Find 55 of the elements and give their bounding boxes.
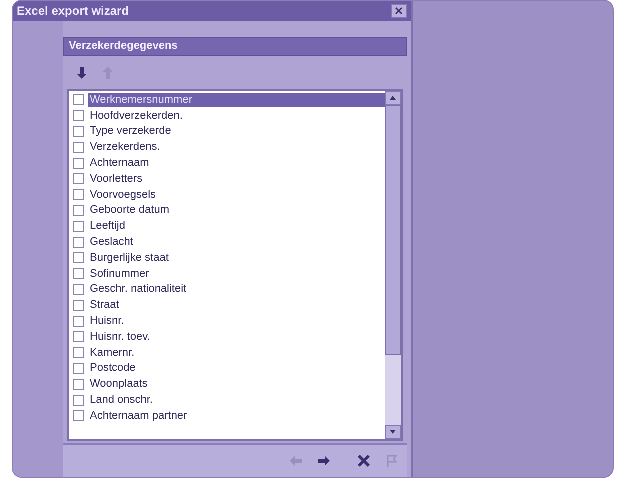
checkbox[interactable] <box>73 189 84 200</box>
checkbox[interactable] <box>73 236 84 248</box>
field-item[interactable]: Kamernr. <box>88 346 137 360</box>
field-item[interactable]: Werknemersnummer <box>88 92 385 107</box>
checkbox[interactable] <box>73 94 84 106</box>
checkbox[interactable] <box>73 300 84 311</box>
checkbox[interactable] <box>73 110 84 122</box>
field-item[interactable]: Geboorte datum <box>88 203 172 218</box>
field-item[interactable]: Type verzekerde <box>88 124 174 138</box>
checkbox[interactable] <box>73 378 84 390</box>
window-title: Excel export wizard <box>17 3 130 20</box>
scroll-up-button[interactable] <box>385 91 401 105</box>
scroll-thumb[interactable] <box>385 105 401 355</box>
checkbox[interactable] <box>73 220 84 232</box>
field-item[interactable]: Postcode <box>88 361 138 376</box>
field-item[interactable]: Achternaam partner <box>88 408 190 423</box>
nav-button[interactable] <box>355 452 373 470</box>
checkbox[interactable] <box>73 347 84 358</box>
checkbox[interactable] <box>73 252 84 264</box>
field-item[interactable]: Leeftijd <box>88 219 128 234</box>
checkbox[interactable] <box>73 268 84 280</box>
panel-title: Verzekerdegegevens <box>69 39 178 54</box>
field-item[interactable]: Voorvoegsels <box>88 188 158 202</box>
field-item[interactable]: Achternaam <box>88 156 152 170</box>
close-button[interactable] <box>391 4 407 18</box>
checkbox[interactable] <box>73 204 84 216</box>
scrollbar[interactable] <box>385 91 401 439</box>
field-item[interactable]: Land onschr. <box>88 393 155 408</box>
checkbox[interactable] <box>73 158 84 169</box>
field-item[interactable]: Straat <box>88 298 122 312</box>
field-item[interactable]: Huisnr. <box>88 314 126 328</box>
caret-down-icon <box>390 430 396 434</box>
arrow-right-icon <box>316 453 332 469</box>
checkbox[interactable] <box>73 126 84 137</box>
field-item[interactable]: Geschr. nationaliteit <box>88 282 189 296</box>
checkbox[interactable] <box>73 410 84 422</box>
field-item[interactable]: Hoofdverzekerden. <box>88 108 185 123</box>
checkbox[interactable] <box>73 362 84 374</box>
field-item[interactable]: Woonplaats <box>88 377 150 392</box>
scroll-down-button[interactable] <box>385 425 401 439</box>
checkbox[interactable] <box>73 173 84 184</box>
field-item[interactable]: Sofinummer <box>88 266 152 281</box>
checkbox[interactable] <box>73 142 84 153</box>
field-item[interactable]: Voorletters <box>88 172 145 186</box>
checkbox[interactable] <box>73 331 84 342</box>
field-item[interactable]: Huisnr. toev. <box>88 330 152 344</box>
checkbox[interactable] <box>73 394 84 406</box>
caret-up-icon <box>390 96 396 100</box>
field-item[interactable]: Verzekerdens. <box>88 140 162 154</box>
close-icon <box>356 453 372 469</box>
close-icon <box>395 7 403 15</box>
checkbox[interactable] <box>73 316 84 327</box>
checkbox[interactable] <box>73 284 84 295</box>
field-item[interactable]: Burgerlijke staat <box>88 250 171 265</box>
field-item[interactable]: Geslacht <box>88 235 136 250</box>
